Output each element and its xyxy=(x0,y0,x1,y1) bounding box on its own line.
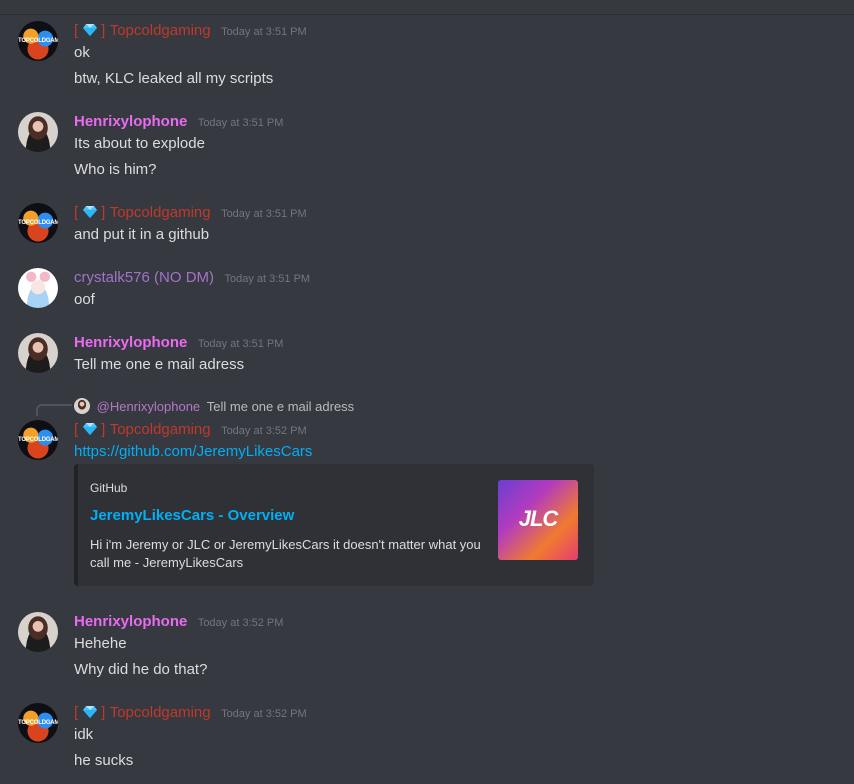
role-bracket-open: [ xyxy=(74,704,79,721)
message-text: he sucks xyxy=(74,752,134,769)
message-text: idk xyxy=(74,726,94,743)
avatar[interactable] xyxy=(18,333,58,373)
message-header: Henrixylophone Today at 3:51 PM xyxy=(74,113,283,131)
reply-text: Tell me one e mail adress xyxy=(206,399,355,414)
role-bracket-close: ] xyxy=(101,22,106,39)
timestamp: Today at 3:51 PM xyxy=(221,208,307,220)
username[interactable]: Topcoldgaming xyxy=(110,421,211,438)
message-text: Hehehe xyxy=(74,635,127,652)
role-bracket-close: ] xyxy=(101,204,106,221)
timestamp: Today at 3:51 PM xyxy=(197,117,284,129)
github-link[interactable]: https://github.com/JeremyLikesCars xyxy=(74,443,312,460)
avatar[interactable] xyxy=(18,268,58,308)
timestamp: Today at 3:52 PM xyxy=(197,617,284,629)
avatar-text: TOPCOLDGAMING xyxy=(18,720,58,726)
message-text: Why did he do that? xyxy=(74,661,208,678)
reply-mention[interactable]: @Henrixylophone xyxy=(97,399,201,414)
username[interactable]: Henrixylophone xyxy=(74,613,187,630)
role-bracket-close: ] xyxy=(101,704,106,721)
username[interactable]: Henrixylophone xyxy=(74,113,187,130)
timestamp: Today at 3:51 PM xyxy=(221,26,307,38)
diamond-icon xyxy=(82,206,97,218)
embed-provider: GitHub xyxy=(90,481,128,495)
message-text: Who is him? xyxy=(74,161,157,178)
avatar[interactable] xyxy=(18,112,58,152)
thumbnail-logo-text: JLC xyxy=(518,506,559,531)
channel-top-edge xyxy=(0,0,854,15)
diamond-icon xyxy=(82,24,97,36)
username[interactable]: Henrixylophone xyxy=(74,334,187,351)
embed-title[interactable]: JeremyLikesCars - Overview xyxy=(90,507,294,524)
embed-description: Hi i'm Jeremy or JLC or JeremyLikesCars … xyxy=(90,537,481,570)
message-header: [ ] Topcoldgaming Today at 3:51 PM xyxy=(74,204,307,222)
avatar-text: TOPCOLDGAMING xyxy=(18,38,58,44)
link-embed: GitHub JeremyLikesCars - Overview Hi i'm… xyxy=(74,464,594,586)
message-header: [ ] Topcoldgaming Today at 3:51 PM xyxy=(74,22,307,40)
role-bracket-open: [ xyxy=(74,22,79,39)
message-text: Tell me one e mail adress xyxy=(74,356,245,373)
diamond-icon xyxy=(82,706,97,718)
timestamp: Today at 3:52 PM xyxy=(221,708,307,720)
avatar[interactable]: TOPCOLDGAMING xyxy=(18,420,58,460)
message-header: Henrixylophone Today at 3:52 PM xyxy=(74,613,283,631)
message-header: crystalk576 (NO DM) Today at 3:51 PM xyxy=(74,269,310,287)
message-text: btw, KLC leaked all my scripts xyxy=(74,70,274,87)
role-bracket-open: [ xyxy=(74,421,79,438)
avatar[interactable]: TOPCOLDGAMING xyxy=(18,703,58,743)
message-text: oof xyxy=(74,291,95,308)
message-header: [ ] Topcoldgaming Today at 3:52 PM xyxy=(74,421,307,439)
timestamp: Today at 3:51 PM xyxy=(224,273,311,285)
role-bracket-close: ] xyxy=(101,421,106,438)
username[interactable]: crystalk576 (NO DM) xyxy=(74,269,214,286)
role-bracket-open: [ xyxy=(74,204,79,221)
avatar-text: TOPCOLDGAMING xyxy=(18,220,58,226)
username[interactable]: Topcoldgaming xyxy=(110,704,211,721)
embed-thumbnail[interactable]: JLC xyxy=(498,480,578,560)
timestamp: Today at 3:51 PM xyxy=(197,338,284,350)
avatar[interactable]: TOPCOLDGAMING xyxy=(18,203,58,243)
username[interactable]: Topcoldgaming xyxy=(110,204,211,221)
reply-spine xyxy=(36,404,72,416)
avatar[interactable]: TOPCOLDGAMING xyxy=(18,21,58,61)
message-header: Henrixylophone Today at 3:51 PM xyxy=(74,334,283,352)
avatar-text: TOPCOLDGAMING xyxy=(18,437,58,443)
message-text: Its about to explode xyxy=(74,135,205,152)
avatar[interactable] xyxy=(18,612,58,652)
timestamp: Today at 3:52 PM xyxy=(221,425,307,437)
reply-avatar xyxy=(74,398,90,414)
message-text: ok xyxy=(74,44,90,61)
message-text: and put it in a github xyxy=(74,226,210,243)
username[interactable]: Topcoldgaming xyxy=(110,22,211,39)
message-header: [ ] Topcoldgaming Today at 3:52 PM xyxy=(74,704,307,722)
reply-reference[interactable]: @Henrixylophone Tell me one e mail adres… xyxy=(74,398,354,414)
diamond-icon xyxy=(82,423,97,435)
